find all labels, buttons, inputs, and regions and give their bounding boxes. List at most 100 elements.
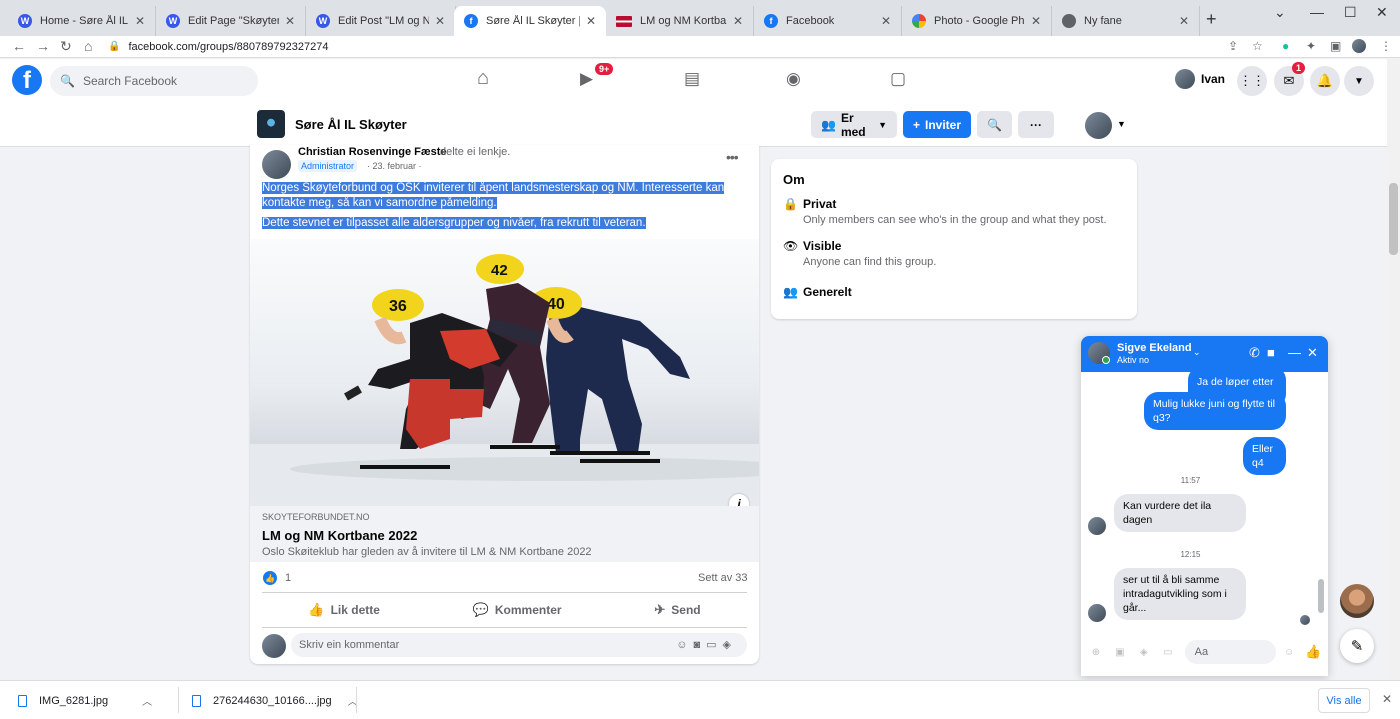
post-date[interactable]: · 23. februar · xyxy=(367,161,422,171)
url-field[interactable]: 🔒 facebook.com/groups/880789792327274 xyxy=(108,37,1268,56)
forward-icon[interactable]: → xyxy=(36,38,50,54)
download-item[interactable]: 276244630_10166....jpg ︿ xyxy=(192,693,358,708)
privacy-row: 🔒 Privat Only members can see who's in th… xyxy=(783,197,1107,226)
chevron-down-icon[interactable]: ⌄ xyxy=(1274,4,1286,21)
more-icon[interactable]: ••• xyxy=(726,149,739,165)
gif-icon[interactable]: ▭ xyxy=(1159,643,1177,661)
browser-tab[interactable]: W Home - Søre Ål IL ✕ xyxy=(8,6,156,36)
sticker-icon[interactable]: ◈ xyxy=(1135,643,1153,661)
show-all-button[interactable]: Vis alle xyxy=(1318,688,1370,713)
chevron-down-icon[interactable]: ⌄ xyxy=(1193,347,1201,358)
plus-circle-icon[interactable]: ⊕ xyxy=(1087,643,1105,661)
menu-icon[interactable]: ⋮ xyxy=(1380,39,1392,53)
thumbs-up-icon[interactable]: 👍 xyxy=(1304,643,1322,661)
extensions-icon[interactable]: ✦ xyxy=(1306,39,1316,53)
invite-button[interactable]: + Inviter xyxy=(903,111,971,138)
group-thumbnail[interactable] xyxy=(257,110,285,138)
browser-tab[interactable]: W Edit Page "Skøyter" ‹ Søre ✕ xyxy=(156,6,306,36)
download-item[interactable]: IMG_6281.jpg ︿ xyxy=(18,693,152,708)
facebook-logo-icon[interactable]: f xyxy=(12,65,42,95)
send-button[interactable]: ✈ Send xyxy=(654,602,700,618)
sidebar-icon[interactable]: ▣ xyxy=(1330,39,1341,53)
star-icon[interactable]: ☆ xyxy=(1252,39,1263,53)
scroll-thumb[interactable] xyxy=(1318,579,1324,613)
search-input[interactable]: 🔍 Search Facebook xyxy=(50,66,258,96)
close-icon[interactable]: ✕ xyxy=(285,14,295,28)
close-icon[interactable]: ✕ xyxy=(435,14,445,28)
minimize-icon[interactable]: — xyxy=(1310,4,1324,20)
post-image[interactable]: 40 42 36 i xyxy=(250,239,759,506)
reload-icon[interactable]: ↻ xyxy=(60,38,72,55)
chat-timestamp: 11:57 xyxy=(1180,476,1201,485)
back-icon[interactable]: ← xyxy=(12,38,26,54)
link-preview[interactable]: SKOYTEFORBUNDET.NO LM og NM Kortbane 202… xyxy=(250,506,759,562)
avatar[interactable] xyxy=(1085,112,1112,139)
browser-tab[interactable]: W Edit Post "LM og NM kort ✕ xyxy=(306,6,456,36)
browser-tab[interactable]: LM og NM Kortbane 2022 ✕ xyxy=(606,6,754,36)
avatar[interactable] xyxy=(262,150,291,179)
close-icon[interactable]: ✕ xyxy=(1376,4,1388,21)
video-icon[interactable]: ■ xyxy=(1267,345,1275,360)
address-bar: ← → ↻ ⌂ 🔒 facebook.com/groups/8807897923… xyxy=(0,36,1400,58)
browser-tab[interactable]: Photo - Google Photos ✕ xyxy=(902,6,1052,36)
close-icon[interactable]: ✕ xyxy=(1382,692,1392,706)
chat-head-avatar[interactable] xyxy=(1340,584,1374,618)
seen-count[interactable]: Sett av 33 xyxy=(698,572,748,584)
camera-icon[interactable]: ◙ xyxy=(693,639,706,651)
more-options-button[interactable]: ··· xyxy=(1018,111,1054,138)
joined-button[interactable]: 👥 Er med ▼ xyxy=(811,111,897,139)
chevron-down-icon: ▼ xyxy=(878,119,887,130)
group-search-button[interactable]: 🔍 xyxy=(977,111,1012,138)
close-icon[interactable]: ✕ xyxy=(881,14,891,28)
comment-button[interactable]: 💬 Kommenter xyxy=(473,602,562,618)
comment-input[interactable]: Skriv ein kommentar ☺◙▭◈ xyxy=(291,633,747,657)
grammarly-icon[interactable]: ● xyxy=(1282,39,1289,53)
home-icon[interactable]: ⌂ xyxy=(477,67,489,90)
browser-tab[interactable]: Ny fane ✕ xyxy=(1052,6,1200,36)
chat-input-placeholder: Aa xyxy=(1194,646,1209,658)
scroll-thumb[interactable] xyxy=(1389,183,1398,255)
minimize-icon[interactable]: — xyxy=(1288,345,1301,360)
post-author[interactable]: Christian Rosenvinge Fæste xyxy=(298,146,447,158)
home-icon[interactable]: ⌂ xyxy=(84,38,92,54)
profile-chip[interactable]: Ivan xyxy=(1175,69,1225,89)
share-icon[interactable]: ⇪ xyxy=(1228,39,1238,53)
link-title: LM og NM Kortbane 2022 xyxy=(262,528,418,543)
marketplace-icon[interactable]: ▤ xyxy=(684,69,700,89)
maximize-icon[interactable]: ☐ xyxy=(1344,4,1357,21)
close-icon[interactable]: ✕ xyxy=(1031,14,1041,28)
gif-icon[interactable]: ▭ xyxy=(706,639,722,651)
emoji-icon[interactable]: ☺ xyxy=(676,639,693,651)
chat-scrollbar[interactable] xyxy=(1317,374,1325,632)
browser-tab-active[interactable]: f Søre Ål IL Skøyter | Faceb ✕ xyxy=(454,6,606,36)
reaction-summary[interactable]: 👍 1 xyxy=(263,571,291,585)
like-button[interactable]: 👍 Lik dette xyxy=(308,602,380,618)
close-icon[interactable]: ✕ xyxy=(1179,14,1189,28)
close-icon[interactable]: ✕ xyxy=(733,14,743,28)
close-icon[interactable]: ✕ xyxy=(135,14,145,28)
sticker-icon[interactable]: ◈ xyxy=(723,639,737,651)
new-tab-icon[interactable]: + xyxy=(1206,9,1217,30)
close-icon[interactable]: ✕ xyxy=(1307,345,1318,361)
account-chevron-icon[interactable]: ▼ xyxy=(1344,66,1374,96)
groups-icon[interactable]: ◉ xyxy=(786,69,801,89)
menu-grid-icon[interactable]: ⋮⋮ xyxy=(1237,66,1267,96)
group-name[interactable]: Søre Ål IL Skøyter xyxy=(295,117,407,132)
notifications-icon[interactable]: 🔔 xyxy=(1310,66,1340,96)
chevron-up-icon[interactable]: ︿ xyxy=(142,693,152,708)
page-scrollbar[interactable] xyxy=(1387,59,1400,680)
phone-icon[interactable]: ✆ xyxy=(1249,345,1260,361)
new-message-icon[interactable]: ✎ xyxy=(1340,629,1374,663)
avatar xyxy=(1175,69,1195,89)
profile-avatar[interactable] xyxy=(1352,39,1366,56)
chat-input[interactable]: Aa xyxy=(1184,640,1277,664)
gaming-icon[interactable]: ▢ xyxy=(890,69,906,89)
watch-icon[interactable]: ▶ xyxy=(580,69,593,89)
chevron-down-icon[interactable]: ▼ xyxy=(1117,119,1126,129)
invite-label: Inviter xyxy=(925,117,962,132)
browser-tab[interactable]: f Facebook ✕ xyxy=(754,6,902,36)
image-icon[interactable]: ▣ xyxy=(1111,643,1129,661)
download-filename: 276244630_10166....jpg xyxy=(213,694,332,707)
close-icon[interactable]: ✕ xyxy=(586,14,596,28)
emoji-icon[interactable]: ☺ xyxy=(1280,643,1298,661)
